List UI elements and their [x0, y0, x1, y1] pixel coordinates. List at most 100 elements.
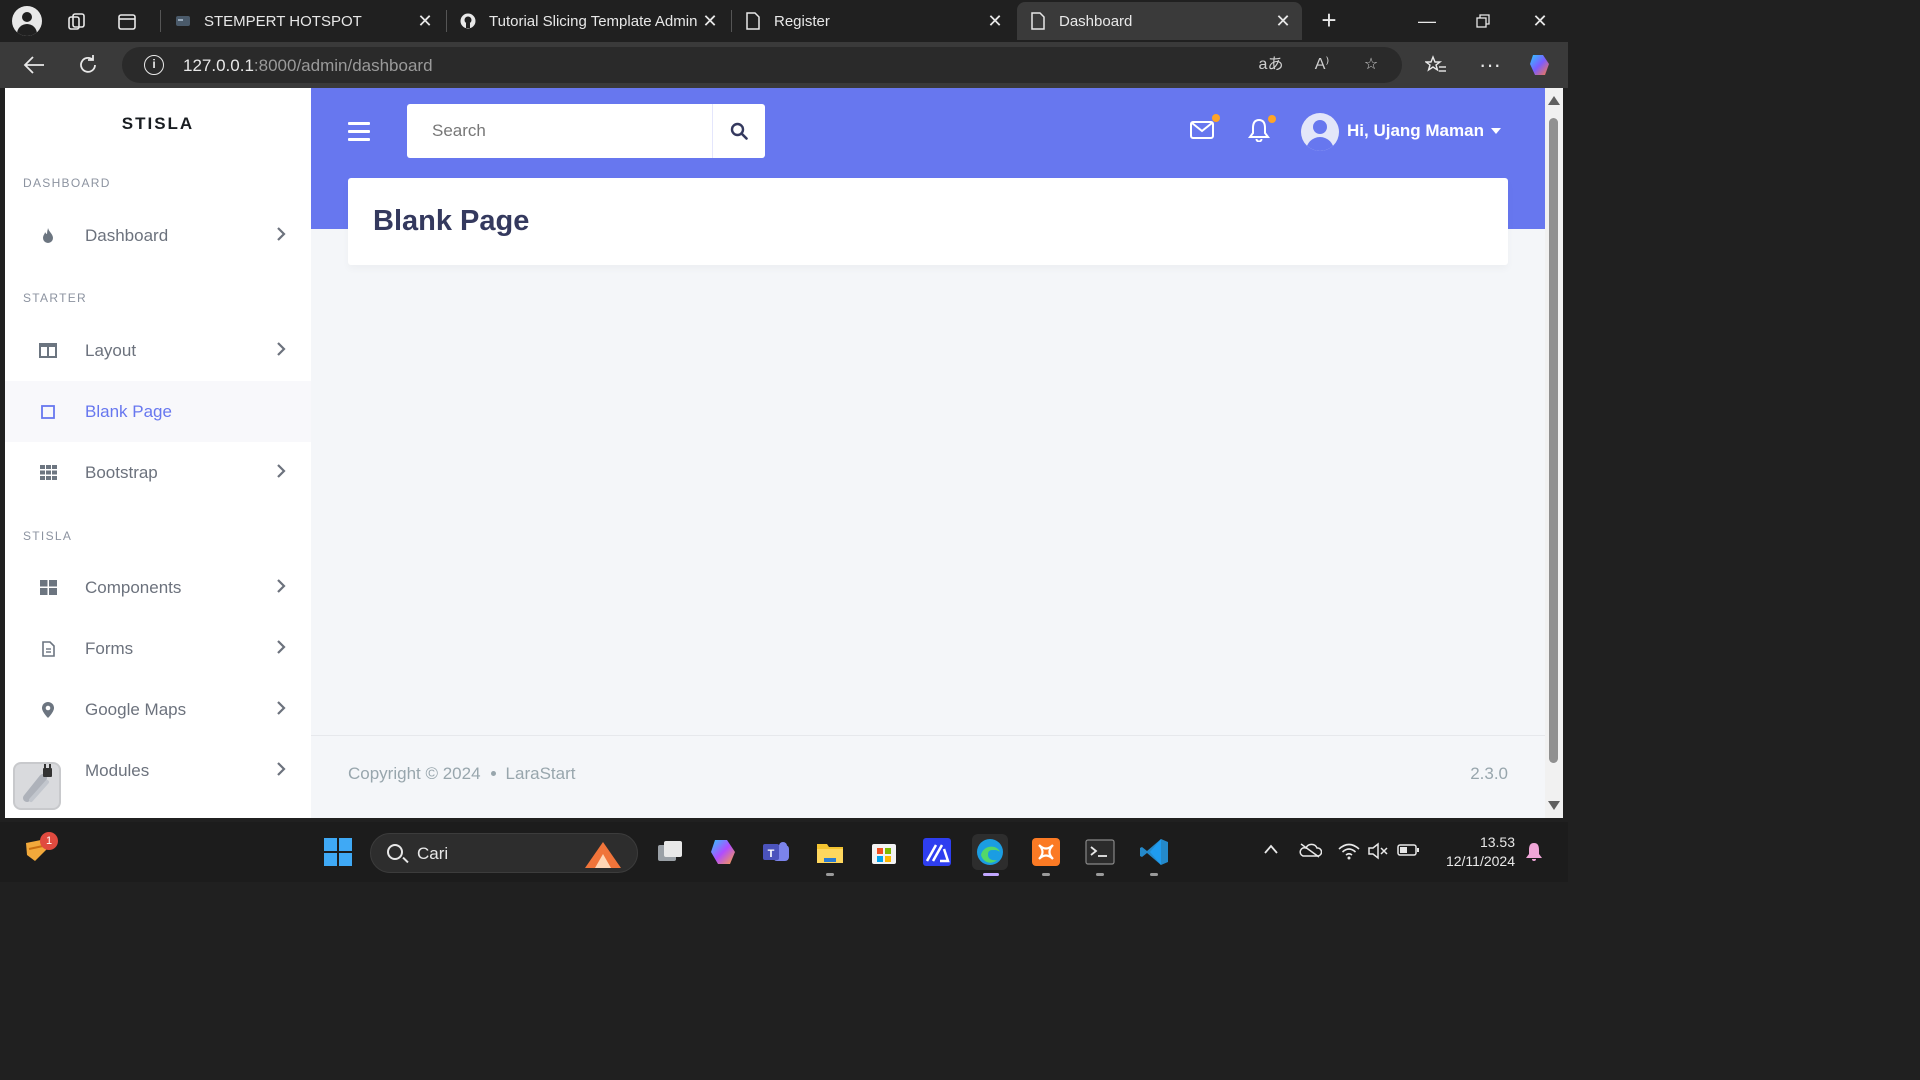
clock-time[interactable]: 13.53 — [1420, 834, 1515, 850]
sidebar-item-blank-page[interactable]: Blank Page — [5, 381, 311, 442]
favorites-icon[interactable] — [1421, 51, 1451, 79]
running-indicator — [1042, 873, 1050, 876]
sidebar-item-layout[interactable]: Layout — [5, 320, 311, 381]
clock-date[interactable]: 12/11/2024 — [1420, 853, 1515, 869]
copilot-app-icon[interactable] — [705, 834, 741, 870]
workspaces-icon[interactable] — [64, 9, 90, 35]
footer-brand-link[interactable]: LaraStart — [506, 764, 576, 783]
notification-bell-icon[interactable] — [1523, 842, 1545, 862]
chevron-right-icon — [277, 464, 286, 478]
speaker-muted-icon[interactable] — [1367, 842, 1389, 862]
active-indicator — [983, 873, 999, 876]
search-highlight-icon — [585, 842, 621, 868]
tab-title: Dashboard — [1059, 12, 1133, 30]
onedrive-offline-icon[interactable] — [1298, 842, 1323, 862]
back-icon[interactable] — [19, 51, 49, 79]
sidebar-item-label: Bootstrap — [85, 462, 158, 482]
search-button[interactable] — [712, 104, 765, 158]
message-beep — [1212, 114, 1220, 122]
site-info-icon[interactable]: i — [144, 55, 164, 75]
tab-register[interactable]: Register ✕ — [732, 2, 1014, 40]
profile-icon[interactable] — [12, 6, 42, 36]
copilot-icon[interactable] — [1525, 51, 1555, 79]
store-icon[interactable] — [866, 834, 902, 870]
terminal-icon[interactable] — [1082, 834, 1118, 876]
page-scrollbar[interactable] — [1545, 88, 1563, 818]
menu-header-stisla: STISLA — [23, 529, 73, 543]
xampp-icon[interactable] — [1028, 834, 1064, 876]
sidebar-item-forms[interactable]: Forms — [5, 618, 311, 679]
footer-copyright: Copyright © 2024 LaraStart — [348, 764, 575, 784]
main-footer: Copyright © 2024 LaraStart 2.3.0 — [311, 735, 1545, 818]
photo-editor-icon[interactable] — [919, 834, 955, 870]
vscode-icon[interactable] — [1136, 834, 1172, 876]
search-input[interactable] — [407, 104, 712, 158]
sidebar-item-label: Forms — [85, 638, 134, 658]
chevron-up-icon[interactable] — [1260, 842, 1282, 862]
refresh-icon[interactable] — [73, 51, 103, 79]
notification-beep — [1268, 115, 1276, 123]
tab-title: STEMPERT HOTSPOT — [204, 12, 362, 30]
notification-bell-icon[interactable] — [1248, 115, 1276, 143]
running-indicator — [826, 873, 834, 876]
sidebar-item-bootstrap[interactable]: Bootstrap — [5, 442, 311, 503]
battery-icon[interactable] — [1397, 842, 1419, 862]
read-aloud-icon[interactable]: A⁾ — [1309, 54, 1335, 76]
taskbar-search-label: Cari — [417, 844, 449, 863]
url-text[interactable]: 127.0.0.1:8000/admin/dashboard — [183, 56, 433, 76]
running-indicator — [1150, 873, 1158, 876]
file-explorer-icon[interactable] — [812, 834, 848, 876]
message-envelope-icon[interactable] — [1190, 114, 1220, 144]
search-icon — [387, 844, 403, 860]
address-bar[interactable]: i 127.0.0.1:8000/admin/dashboard aあ A⁾ ☆ — [122, 47, 1402, 83]
page-viewport: Hi, Ujang Maman STISLA DASHBOARD Dashboa… — [5, 88, 1545, 818]
new-tab-button[interactable]: + — [1316, 7, 1342, 34]
close-tab-icon[interactable]: ✕ — [697, 8, 723, 34]
sidebar-item-dashboard[interactable]: Dashboard — [5, 205, 311, 266]
sidebar-item-google-maps[interactable]: Google Maps — [5, 679, 311, 740]
tab-title: Tutorial Slicing Template Admin — [489, 12, 697, 30]
tab-tutorial-slicing[interactable]: Tutorial Slicing Template Admin ✕ — [447, 2, 729, 40]
task-view-icon[interactable] — [652, 834, 688, 870]
scroll-down-icon[interactable] — [1548, 801, 1560, 810]
sidebar-item-label: Components — [85, 577, 182, 597]
user-greeting[interactable]: Hi, Ujang Maman — [1347, 121, 1484, 141]
restore-button[interactable] — [1468, 6, 1498, 36]
menu-header-dashboard: DASHBOARD — [23, 176, 111, 190]
sidebar-item-label: Blank Page — [85, 401, 172, 421]
map-marker-icon — [39, 701, 57, 719]
favorite-star-icon[interactable]: ☆ — [1358, 54, 1384, 76]
scrollbar-thumb[interactable] — [1549, 118, 1558, 763]
file-icon — [39, 640, 57, 658]
wifi-icon[interactable] — [1338, 842, 1360, 862]
search-icon — [730, 122, 748, 140]
close-tab-icon[interactable]: ✕ — [1270, 8, 1296, 34]
scroll-up-icon[interactable] — [1548, 96, 1560, 105]
taskbar-search[interactable]: Cari — [370, 833, 638, 873]
square-icon — [39, 403, 57, 421]
tab-stempert-hotspot[interactable]: STEMPERT HOTSPOT ✕ — [162, 2, 444, 40]
close-window-button[interactable]: ✕ — [1525, 6, 1555, 36]
tab-dashboard[interactable]: Dashboard ✕ — [1017, 2, 1302, 40]
sidebar-toggle-icon[interactable] — [348, 122, 370, 142]
minimize-button[interactable]: — — [1412, 6, 1442, 36]
more-icon[interactable]: ··· — [1475, 51, 1505, 79]
fire-icon — [39, 227, 57, 245]
close-tab-icon[interactable]: ✕ — [982, 8, 1008, 34]
tab-actions-icon[interactable] — [114, 9, 140, 35]
sidebar: STISLA DASHBOARD Dashboard STARTER Layou… — [5, 88, 311, 818]
sidebar-item-components[interactable]: Components — [5, 557, 311, 618]
caret-down-icon[interactable] — [1491, 128, 1501, 134]
edge-browser-icon[interactable] — [972, 834, 1008, 876]
grid-icon — [39, 464, 57, 482]
plug-icon[interactable] — [13, 762, 61, 810]
close-tab-icon[interactable]: ✕ — [412, 8, 438, 34]
router-favicon-icon — [174, 12, 192, 30]
teams-icon[interactable]: T — [758, 834, 794, 870]
translate-icon[interactable]: aあ — [1258, 54, 1284, 76]
user-avatar[interactable] — [1301, 113, 1339, 151]
tab-title: Register — [774, 12, 830, 30]
start-windows-icon[interactable] — [320, 834, 356, 870]
menu-header-starter: STARTER — [23, 291, 87, 305]
sidebar-brand[interactable]: STISLA — [5, 114, 311, 134]
